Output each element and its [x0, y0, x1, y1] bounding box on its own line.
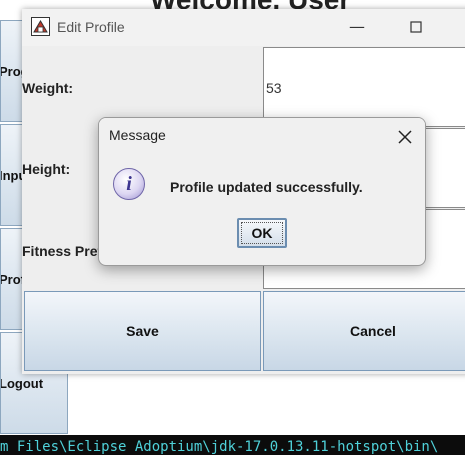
cancel-button[interactable]: Cancel: [263, 291, 465, 371]
edit-profile-title: Edit Profile: [57, 19, 125, 35]
edit-profile-titlebar[interactable]: Edit Profile —: [22, 9, 465, 46]
height-label: Height:: [22, 161, 71, 177]
sidebar-item-label: Logout: [0, 375, 44, 391]
message-dialog: Message i Profile updated successfully. …: [98, 117, 426, 266]
save-button[interactable]: Save: [24, 291, 261, 371]
dialog-message: Profile updated successfully.: [170, 179, 363, 195]
ok-button[interactable]: OK: [237, 218, 287, 248]
minimize-icon[interactable]: —: [345, 15, 369, 39]
java-app-icon: [31, 17, 50, 36]
dialog-title: Message: [109, 127, 166, 143]
weight-label: Weight:: [22, 80, 74, 96]
terminal-output: m Files\Eclipse Adoptium\jdk-17.0.13.11-…: [0, 435, 465, 455]
close-icon[interactable]: [397, 124, 413, 150]
maximize-icon[interactable]: [404, 15, 428, 39]
weight-field[interactable]: 53: [263, 47, 465, 127]
dialog-titlebar[interactable]: Message: [99, 118, 425, 154]
info-icon: i: [113, 168, 145, 200]
